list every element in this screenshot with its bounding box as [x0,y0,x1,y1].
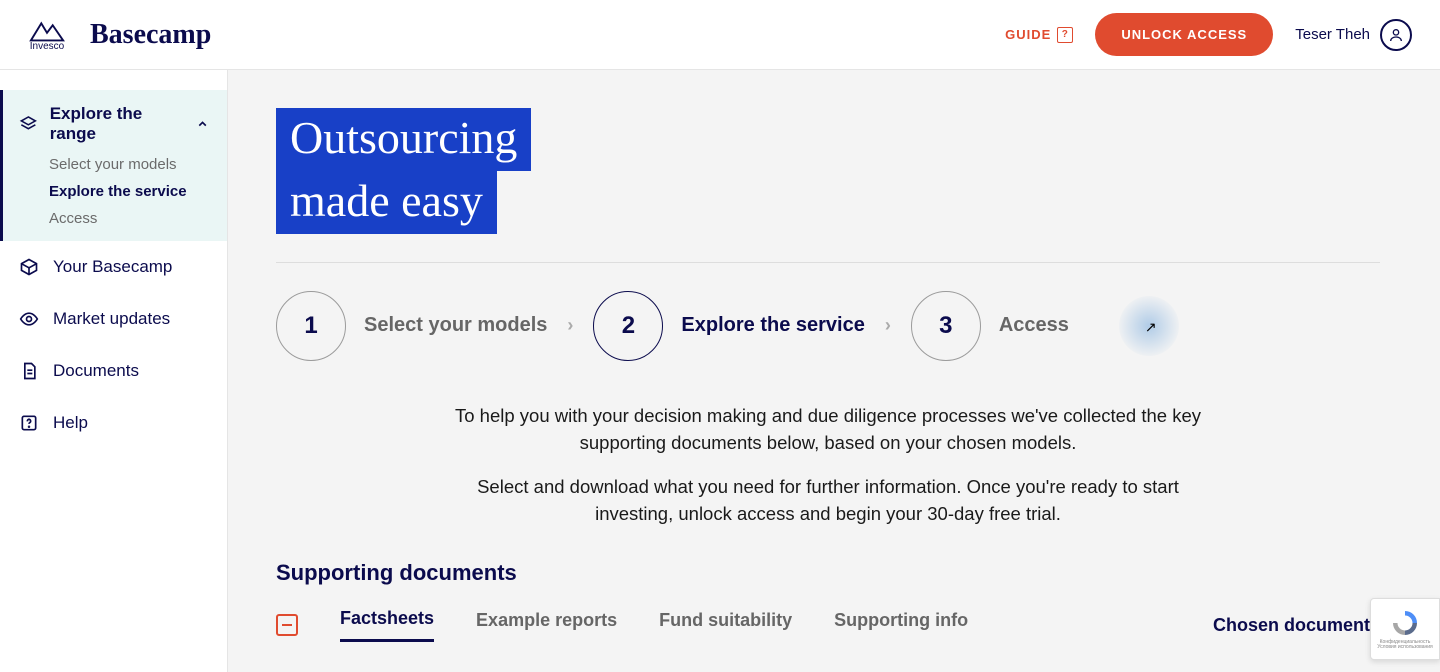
intro-text: To help you with your decision making an… [438,403,1218,528]
step-indicator: 1 Select your models › 2 Explore the ser… [276,291,1380,361]
chevron-up-icon [196,117,209,131]
mountain-icon [28,17,66,43]
recaptcha-badge[interactable]: Конфиденциальность Условия использования [1370,598,1440,660]
layers-icon [19,114,38,134]
header: Invesco Basecamp GUIDE ? UNLOCK ACCESS T… [0,0,1440,70]
select-all-checkbox[interactable] [276,614,298,636]
sidebar-item-help[interactable]: Help [0,397,227,449]
explore-label: Explore the range [50,104,184,144]
brand-name: Basecamp [90,19,211,51]
step-2[interactable]: 2 Explore the service [593,291,864,361]
step-3[interactable]: 3 Access [911,291,1069,361]
user-name: Teser Theh [1295,26,1370,43]
guide-label: GUIDE [1005,27,1051,42]
avatar-icon [1380,19,1412,51]
page-title: Outsourcing made easy [276,108,1380,234]
tab-supporting-info[interactable]: Supporting info [834,610,968,641]
user-menu[interactable]: Teser Theh [1295,19,1412,51]
invesco-logo[interactable]: Invesco [28,17,66,52]
tab-fund-suitability[interactable]: Fund suitability [659,610,792,641]
cursor-icon [1119,296,1179,356]
sidebar-sub-select-models[interactable]: Select your models [49,156,227,173]
supporting-documents-heading: Supporting documents [276,560,1380,586]
sidebar-item-your-basecamp[interactable]: Your Basecamp [0,241,227,293]
eye-icon [19,309,39,329]
sidebar-item-documents[interactable]: Documents [0,345,227,397]
help-square-icon: ? [1057,27,1073,43]
guide-link[interactable]: GUIDE ? [1005,27,1073,43]
sidebar-sub-access[interactable]: Access [49,210,227,227]
help-icon [19,413,39,433]
sidebar-item-explore-range[interactable]: Explore the range [19,104,227,144]
sidebar-group-explore: Explore the range Select your models Exp… [0,90,227,241]
box-icon [19,257,39,277]
logo-text: Invesco [30,41,64,52]
document-tabs: Factsheets Example reports Fund suitabil… [276,608,1380,642]
divider [276,262,1380,263]
sidebar-item-market-updates[interactable]: Market updates [0,293,227,345]
tab-factsheets[interactable]: Factsheets [340,608,434,642]
document-icon [19,361,39,381]
recaptcha-icon [1390,608,1420,638]
chevron-right-icon: › [567,315,573,336]
main-content: Outsourcing made easy 1 Select your mode… [228,70,1440,672]
tab-example-reports[interactable]: Example reports [476,610,617,641]
chosen-documents-link[interactable]: Chosen documents [1213,615,1380,636]
chevron-right-icon: › [885,315,891,336]
sidebar: Explore the range Select your models Exp… [0,70,228,672]
sidebar-sub-explore-service[interactable]: Explore the service [49,183,227,200]
unlock-access-button[interactable]: UNLOCK ACCESS [1095,13,1273,56]
step-1[interactable]: 1 Select your models [276,291,547,361]
